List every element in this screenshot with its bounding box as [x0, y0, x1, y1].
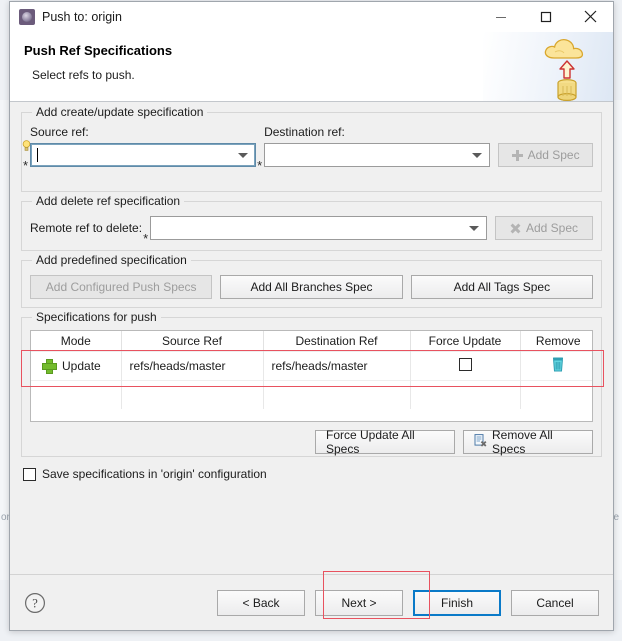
source-ref-combo[interactable] [30, 143, 257, 167]
remote-ref-required-marker: * [143, 231, 149, 246]
column-header-source-ref[interactable]: Source Ref [121, 331, 264, 351]
save-specifications-checkbox[interactable] [23, 467, 36, 481]
column-header-force-update[interactable]: Force Update [410, 331, 521, 351]
cancel-button-label: Cancel [536, 595, 574, 610]
specifications-for-push-legend: Specifications for push [32, 310, 161, 324]
add-delete-spec-label: Add Spec [525, 221, 579, 235]
trash-icon[interactable] [551, 356, 565, 372]
close-icon[interactable] [568, 2, 613, 32]
window-title: Push to: origin [42, 9, 122, 24]
empty-cell [121, 379, 264, 409]
chevron-down-icon[interactable] [238, 152, 249, 158]
specifications-for-push-group: Specifications for push Mode Source Ref … [21, 310, 602, 457]
force-update-checkbox[interactable] [458, 357, 472, 371]
empty-cell [520, 379, 592, 409]
predefined-spec-legend: Add predefined specification [32, 253, 191, 267]
source-ref-caret [37, 148, 38, 162]
destination-ref-label: Destination ref: [264, 125, 345, 139]
add-create-update-spec-button[interactable]: Add Spec [498, 143, 593, 167]
destination-ref-combo[interactable] [264, 143, 491, 167]
mode-value: Update [62, 358, 101, 373]
table-row-empty [31, 379, 592, 409]
remove-all-specs-button[interactable]: Remove All Specs [463, 428, 593, 456]
wizard-buttons: < Back Next > Finish Cancel [217, 589, 599, 616]
column-header-remove[interactable]: Remove [520, 331, 592, 351]
title-bar: Push to: origin [10, 2, 613, 32]
column-header-destination-ref[interactable]: Destination Ref [263, 331, 411, 351]
force-update-all-specs-button[interactable]: Force Update All Specs [315, 428, 455, 456]
plus-icon [511, 149, 523, 161]
save-specifications-label: Save specifications in 'origin' configur… [42, 467, 267, 481]
add-configured-push-specs-button[interactable]: Add Configured Push Specs [30, 275, 213, 299]
empty-cell [410, 379, 521, 409]
cloud-push-database-icon [541, 34, 593, 101]
help-icon[interactable]: ? [24, 592, 46, 614]
minimize-icon[interactable] [478, 2, 523, 32]
page-subtitle: Select refs to push. [32, 68, 135, 82]
add-all-branches-spec-button[interactable]: Add All Branches Spec [220, 275, 403, 299]
push-ref-specifications-dialog: Push to: origin Push Ref Specifications … [9, 1, 614, 631]
add-delete-spec-button[interactable]: Add Spec [495, 216, 593, 240]
force-update-all-specs-label: Force Update All Specs [326, 428, 415, 456]
empty-cell [263, 379, 411, 409]
cell-mode: Update [31, 350, 122, 380]
finish-button[interactable]: Finish [413, 589, 501, 616]
background-ghost-text-right: e [613, 512, 619, 523]
cell-force-update [410, 350, 521, 380]
git-push-window-icon [19, 8, 35, 25]
chevron-down-icon[interactable] [469, 225, 479, 231]
dialog-footer: ? < Back Next > Finish Cancel [10, 571, 613, 630]
save-specifications-row[interactable]: Save specifications in 'origin' configur… [23, 467, 600, 481]
empty-cell [31, 379, 122, 409]
add-all-tags-spec-label: Add All Tags Spec [453, 280, 551, 294]
delete-ref-spec-group: Add delete ref specification Remote ref … [21, 194, 602, 251]
back-button[interactable]: < Back [217, 589, 305, 616]
back-button-label: < Back [242, 595, 280, 610]
remote-ref-to-delete-label: Remote ref to delete: [30, 221, 143, 235]
column-header-mode[interactable]: Mode [31, 331, 122, 351]
page-title: Push Ref Specifications [24, 43, 173, 58]
x-icon [510, 223, 521, 234]
specifications-table[interactable]: Mode Source Ref Destination Ref Force Up… [30, 330, 593, 422]
cancel-button[interactable]: Cancel [511, 589, 599, 616]
source-ref-required-marker: * [23, 158, 29, 173]
chevron-down-icon[interactable] [472, 152, 483, 158]
create-update-spec-legend: Add create/update specification [32, 105, 208, 119]
add-all-branches-spec-label: Add All Branches Spec [250, 280, 373, 294]
remote-ref-to-delete-combo[interactable] [150, 216, 487, 240]
dialog-body: Add create/update specification Source r… [10, 102, 613, 574]
next-button[interactable]: Next > [315, 589, 403, 616]
finish-button-label: Finish [440, 595, 473, 610]
table-row[interactable]: Update refs/heads/master refs/heads/mast… [31, 350, 592, 380]
table-header-row: Mode Source Ref Destination Ref Force Up… [31, 331, 592, 351]
wizard-banner: Push Ref Specifications Select refs to p… [10, 32, 613, 102]
delete-ref-spec-legend: Add delete ref specification [32, 194, 185, 208]
add-all-tags-spec-button[interactable]: Add All Tags Spec [410, 275, 593, 299]
destination-ref-required-marker: * [257, 158, 263, 173]
remove-all-specs-icon [474, 434, 487, 450]
svg-text:?: ? [32, 596, 38, 610]
add-configured-push-specs-label: Add Configured Push Specs [45, 280, 197, 294]
maximize-icon[interactable] [523, 2, 568, 32]
green-plus-icon [42, 359, 57, 374]
next-button-label: Next > [341, 595, 377, 610]
add-create-update-spec-label: Add Spec [527, 148, 580, 162]
predefined-spec-group: Add predefined specification Add Configu… [21, 253, 602, 308]
remove-all-specs-label: Remove All Specs [492, 428, 553, 456]
source-ref-label: Source ref: [30, 125, 89, 139]
cell-remove [520, 350, 592, 380]
cell-source-ref: refs/heads/master [121, 350, 264, 380]
cell-destination-ref: refs/heads/master [263, 350, 411, 380]
create-update-spec-group: Add create/update specification Source r… [21, 105, 602, 192]
